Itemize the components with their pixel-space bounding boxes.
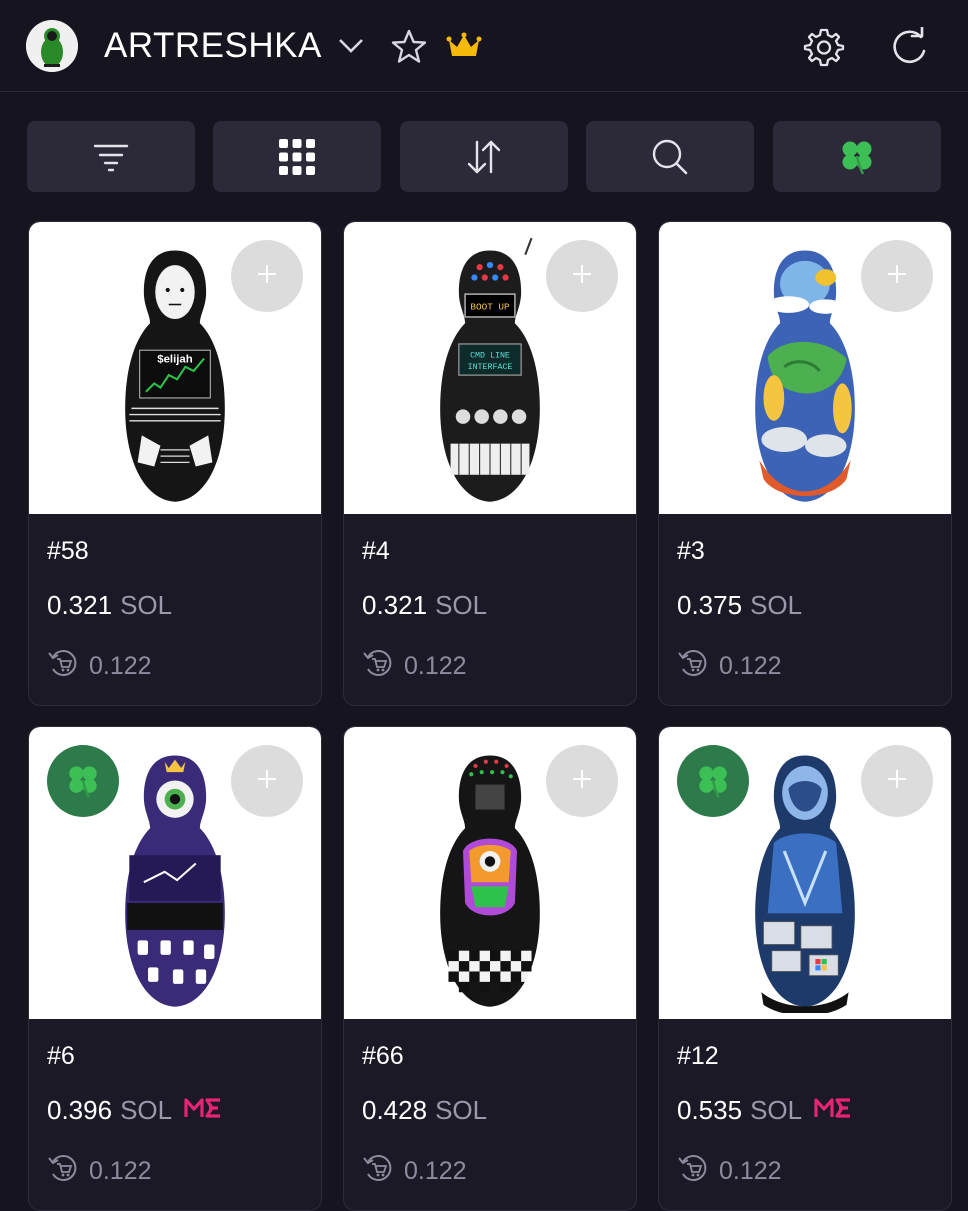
price-row: 0.535 SOL xyxy=(677,1095,852,1126)
plus-icon xyxy=(255,262,279,291)
eye-doll xyxy=(125,755,225,1007)
svg-text:BOOT UP: BOOT UP xyxy=(470,302,510,313)
loan-row: 0.122 xyxy=(677,647,782,686)
magic-eden-icon xyxy=(814,1095,852,1126)
lucky-button[interactable] xyxy=(773,121,941,192)
elijah-doll: $elijah xyxy=(125,250,225,502)
add-to-cart-button[interactable] xyxy=(231,745,303,817)
svg-text:INTERFACE: INTERFACE xyxy=(468,363,513,372)
loan-row: 0.122 xyxy=(677,1152,782,1191)
nft-id: #58 xyxy=(47,537,89,565)
loan-value: 0.122 xyxy=(89,652,152,680)
loan-value: 0.122 xyxy=(89,1157,152,1185)
nft-id: #4 xyxy=(362,537,390,565)
add-to-cart-button[interactable] xyxy=(546,240,618,312)
nft-image[interactable]: $elijah xyxy=(29,222,321,514)
filter-button[interactable] xyxy=(27,121,195,192)
header-bar: ARTRESHKA xyxy=(0,0,968,92)
gear-icon[interactable] xyxy=(803,26,845,68)
loan-value: 0.122 xyxy=(404,1157,467,1185)
add-to-cart-button[interactable] xyxy=(231,240,303,312)
add-to-cart-button[interactable] xyxy=(861,745,933,817)
loan-cart-icon xyxy=(362,1152,394,1191)
clover-badge-icon xyxy=(677,745,749,817)
nft-id: #6 xyxy=(47,1042,75,1070)
refresh-icon[interactable] xyxy=(889,27,931,67)
loan-cart-icon xyxy=(362,647,394,686)
sort-button[interactable] xyxy=(400,121,568,192)
price-value: 0.535 xyxy=(677,1095,743,1125)
fantasy-doll xyxy=(755,250,855,502)
price-unit: SOL xyxy=(750,590,803,620)
svg-text:$elijah: $elijah xyxy=(157,354,193,366)
plus-icon xyxy=(885,262,909,291)
nft-id: #3 xyxy=(677,537,705,565)
clover-icon xyxy=(842,141,872,175)
loan-row: 0.122 xyxy=(362,1152,467,1191)
add-to-cart-button[interactable] xyxy=(861,240,933,312)
cyber-doll xyxy=(755,755,855,1013)
grid-view-button[interactable] xyxy=(213,121,381,192)
nft-image[interactable]: BOOT UP CMD LINE INTERFACE xyxy=(344,222,636,514)
psychedelic-doll xyxy=(440,755,540,1007)
plus-icon xyxy=(255,767,279,796)
sort-icon xyxy=(467,140,501,173)
search-icon xyxy=(652,139,688,174)
plus-icon xyxy=(570,767,594,796)
loan-cart-icon xyxy=(677,1152,709,1191)
price-row: 0.428 SOL xyxy=(362,1095,487,1126)
price-unit: SOL xyxy=(750,1095,803,1125)
nft-image[interactable] xyxy=(344,727,636,1019)
nft-card[interactable]: #12 0.535 SOL 0.122 xyxy=(658,726,952,1211)
nft-id: #66 xyxy=(362,1042,404,1070)
loan-value: 0.122 xyxy=(719,1157,782,1185)
nft-card[interactable]: #66 0.428 SOL 0.122 xyxy=(343,726,637,1211)
price-value: 0.321 xyxy=(362,590,428,620)
price-value: 0.321 xyxy=(47,590,113,620)
collection-avatar-icon[interactable] xyxy=(26,20,78,72)
loan-row: 0.122 xyxy=(362,647,467,686)
robot-doll: BOOT UP CMD LINE INTERFACE xyxy=(440,237,540,502)
star-icon[interactable] xyxy=(390,28,428,66)
loan-row: 0.122 xyxy=(47,1152,152,1191)
price-row: 0.321 SOL xyxy=(362,590,487,621)
price-value: 0.428 xyxy=(362,1095,428,1125)
nft-card[interactable]: BOOT UP CMD LINE INTERFACE #4 0.321 SOL … xyxy=(343,221,637,706)
nft-card[interactable]: $elijah #58 0.321 SOL 0.122 xyxy=(28,221,322,706)
price-row: 0.396 SOL xyxy=(47,1095,222,1126)
search-button[interactable] xyxy=(586,121,754,192)
grid-icon xyxy=(279,138,315,175)
nft-card[interactable]: #3 0.375 SOL 0.122 xyxy=(658,221,952,706)
loan-cart-icon xyxy=(47,647,79,686)
price-row: 0.375 SOL xyxy=(677,590,802,621)
add-to-cart-button[interactable] xyxy=(546,745,618,817)
price-unit: SOL xyxy=(120,590,173,620)
clover-badge-icon xyxy=(47,745,119,817)
price-value: 0.396 xyxy=(47,1095,113,1125)
loan-cart-icon xyxy=(677,647,709,686)
price-unit: SOL xyxy=(435,1095,488,1125)
price-unit: SOL xyxy=(120,1095,173,1125)
nft-id: #12 xyxy=(677,1042,719,1070)
nft-card[interactable]: #6 0.396 SOL 0.122 xyxy=(28,726,322,1211)
nft-image[interactable] xyxy=(659,222,951,514)
price-row: 0.321 SOL xyxy=(47,590,172,621)
filter-icon xyxy=(93,144,129,171)
collection-title[interactable]: ARTRESHKA xyxy=(104,26,322,66)
price-unit: SOL xyxy=(435,590,488,620)
loan-value: 0.122 xyxy=(719,652,782,680)
plus-icon xyxy=(885,767,909,796)
loan-row: 0.122 xyxy=(47,647,152,686)
price-value: 0.375 xyxy=(677,590,743,620)
plus-icon xyxy=(570,262,594,291)
nft-image[interactable] xyxy=(659,727,951,1019)
crown-icon[interactable] xyxy=(446,32,482,60)
nft-image[interactable] xyxy=(29,727,321,1019)
chevron-down-icon[interactable] xyxy=(337,36,365,56)
svg-text:CMD LINE: CMD LINE xyxy=(470,351,510,360)
loan-cart-icon xyxy=(47,1152,79,1191)
magic-eden-icon xyxy=(184,1095,222,1126)
loan-value: 0.122 xyxy=(404,652,467,680)
